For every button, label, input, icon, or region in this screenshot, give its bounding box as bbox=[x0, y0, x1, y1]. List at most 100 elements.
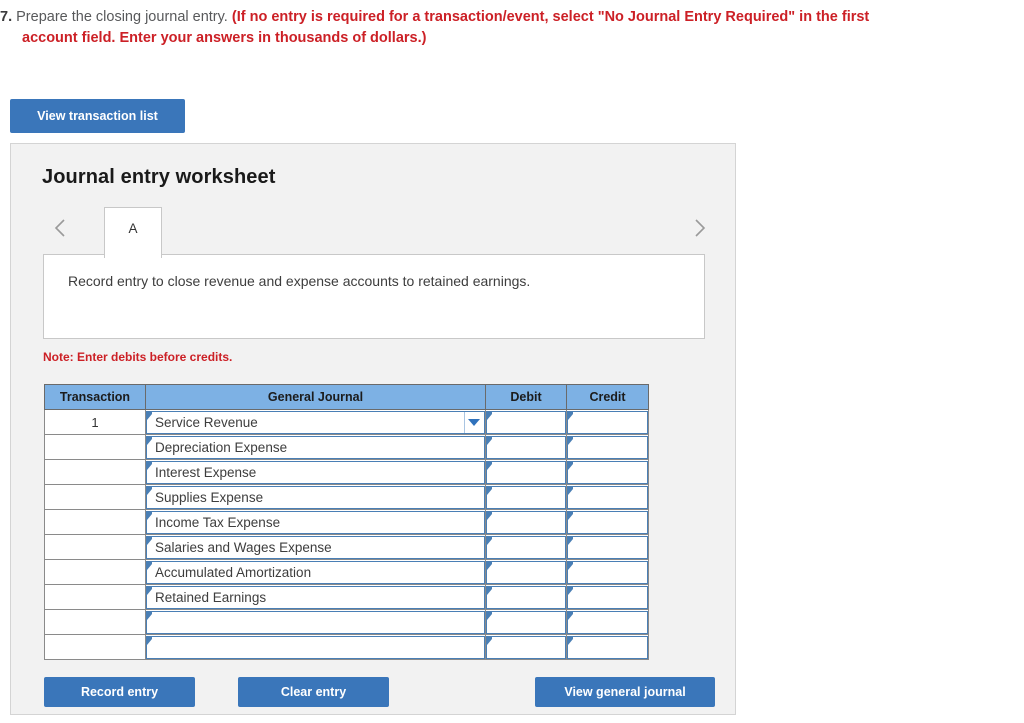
general-journal-cell: Salaries and Wages Expense bbox=[145, 534, 486, 560]
transaction-number-cell bbox=[44, 609, 146, 635]
credit-cell bbox=[566, 484, 649, 510]
account-select-1[interactable]: Depreciation Expense bbox=[146, 435, 485, 459]
account-select-4[interactable]: Income Tax Expense bbox=[146, 510, 485, 534]
general-journal-cell: Interest Expense bbox=[145, 459, 486, 485]
debit-input-0[interactable] bbox=[486, 410, 566, 434]
debit-input-6[interactable] bbox=[486, 560, 566, 584]
account-name-text: Income Tax Expense bbox=[155, 514, 281, 530]
transaction-number-cell bbox=[44, 559, 146, 585]
table-row: Salaries and Wages Expense bbox=[44, 534, 649, 560]
debit-cell bbox=[485, 509, 567, 535]
general-journal-cell bbox=[145, 609, 486, 635]
column-header-debit: Debit bbox=[485, 384, 567, 410]
credit-input-3[interactable] bbox=[567, 485, 648, 509]
table-row: Retained Earnings bbox=[44, 584, 649, 610]
credit-input-6[interactable] bbox=[567, 560, 648, 584]
account-name-text: Interest Expense bbox=[155, 464, 257, 480]
chevron-right-icon[interactable] bbox=[687, 213, 713, 243]
account-select-0[interactable]: Service Revenue bbox=[146, 410, 485, 434]
general-journal-cell: Depreciation Expense bbox=[145, 434, 486, 460]
transaction-number-cell bbox=[44, 484, 146, 510]
account-name-text: Depreciation Expense bbox=[155, 439, 288, 455]
debit-input-3[interactable] bbox=[486, 485, 566, 509]
tab-a-label: A bbox=[128, 221, 138, 236]
debit-input-4[interactable] bbox=[486, 510, 566, 534]
table-row bbox=[44, 609, 649, 635]
transaction-number-cell: 1 bbox=[44, 409, 146, 435]
view-general-journal-button[interactable]: View general journal bbox=[535, 677, 715, 707]
debit-input-1[interactable] bbox=[486, 435, 566, 459]
account-select-7[interactable]: Retained Earnings bbox=[146, 585, 485, 609]
table-row: Accumulated Amortization bbox=[44, 559, 649, 585]
table-row bbox=[44, 634, 649, 660]
credit-cell bbox=[566, 534, 649, 560]
debit-cell bbox=[485, 484, 567, 510]
account-select-5[interactable]: Salaries and Wages Expense bbox=[146, 535, 485, 559]
credit-input-8[interactable] bbox=[567, 610, 648, 634]
account-select-8[interactable] bbox=[146, 610, 485, 634]
account-select-3[interactable]: Supplies Expense bbox=[146, 485, 485, 509]
credit-input-0[interactable] bbox=[567, 410, 648, 434]
record-entry-button[interactable]: Record entry bbox=[44, 677, 195, 707]
clear-entry-button[interactable]: Clear entry bbox=[238, 677, 389, 707]
credit-cell bbox=[566, 584, 649, 610]
view-transaction-list-button[interactable]: View transaction list bbox=[10, 99, 185, 133]
column-header-credit: Credit bbox=[566, 384, 649, 410]
debit-input-2[interactable] bbox=[486, 460, 566, 484]
tab-a[interactable]: A bbox=[104, 207, 162, 258]
credit-input-4[interactable] bbox=[567, 510, 648, 534]
debit-cell bbox=[485, 409, 567, 435]
credit-cell bbox=[566, 609, 649, 635]
table-row: 1 Service Revenue bbox=[44, 409, 649, 435]
credit-input-1[interactable] bbox=[567, 435, 648, 459]
question-prompt: 7. Prepare the closing journal entry. (I… bbox=[0, 7, 1014, 49]
debit-cell bbox=[485, 559, 567, 585]
general-journal-cell: Supplies Expense bbox=[145, 484, 486, 510]
question-text: Prepare the closing journal entry. bbox=[16, 9, 228, 25]
question-bold-note: (If no entry is required for a transacti… bbox=[231, 9, 870, 25]
question-number: 7. bbox=[0, 9, 13, 25]
account-name-text: Supplies Expense bbox=[155, 489, 264, 505]
debit-cell bbox=[485, 459, 567, 485]
column-header-transaction: Transaction bbox=[44, 384, 146, 410]
credit-cell bbox=[566, 559, 649, 585]
debits-before-credits-note: Note: Enter debits before credits. bbox=[43, 350, 233, 364]
credit-input-9[interactable] bbox=[567, 635, 648, 659]
account-select-9[interactable] bbox=[146, 635, 485, 659]
credit-input-7[interactable] bbox=[567, 585, 648, 609]
transaction-number-cell bbox=[44, 509, 146, 535]
debit-cell bbox=[485, 584, 567, 610]
question-bold-note-line2: account field. Enter your answers in tho… bbox=[22, 30, 427, 46]
table-row: Interest Expense bbox=[44, 459, 649, 485]
table-header-row: Transaction General Journal Debit Credit bbox=[44, 384, 649, 410]
transaction-number-cell bbox=[44, 534, 146, 560]
table-row: Supplies Expense bbox=[44, 484, 649, 510]
debit-input-8[interactable] bbox=[486, 610, 566, 634]
transaction-number-cell bbox=[44, 634, 146, 660]
debit-input-7[interactable] bbox=[486, 585, 566, 609]
account-select-2[interactable]: Interest Expense bbox=[146, 460, 485, 484]
account-name-text: Salaries and Wages Expense bbox=[155, 539, 332, 555]
chevron-down-icon[interactable] bbox=[464, 411, 483, 433]
chevron-left-icon[interactable] bbox=[47, 213, 73, 243]
debit-input-5[interactable] bbox=[486, 535, 566, 559]
credit-cell bbox=[566, 634, 649, 660]
transaction-number-cell bbox=[44, 584, 146, 610]
journal-table-body: 1 Service Revenue Depreciation Expense Inte… bbox=[44, 409, 649, 660]
transaction-number-cell bbox=[44, 459, 146, 485]
journal-entry-table: Transaction General Journal Debit Credit… bbox=[44, 384, 649, 660]
transaction-number-cell bbox=[44, 434, 146, 460]
credit-input-2[interactable] bbox=[567, 460, 648, 484]
credit-cell bbox=[566, 434, 649, 460]
general-journal-cell: Service Revenue bbox=[145, 409, 486, 435]
credit-input-5[interactable] bbox=[567, 535, 648, 559]
account-select-6[interactable]: Accumulated Amortization bbox=[146, 560, 485, 584]
column-header-general-journal: General Journal bbox=[145, 384, 486, 410]
debit-cell bbox=[485, 534, 567, 560]
worksheet-tab-strip: A bbox=[11, 204, 737, 258]
general-journal-cell bbox=[145, 634, 486, 660]
general-journal-cell: Accumulated Amortization bbox=[145, 559, 486, 585]
credit-cell bbox=[566, 509, 649, 535]
worksheet-description-text: Record entry to close revenue and expens… bbox=[68, 273, 531, 289]
debit-input-9[interactable] bbox=[486, 635, 566, 659]
